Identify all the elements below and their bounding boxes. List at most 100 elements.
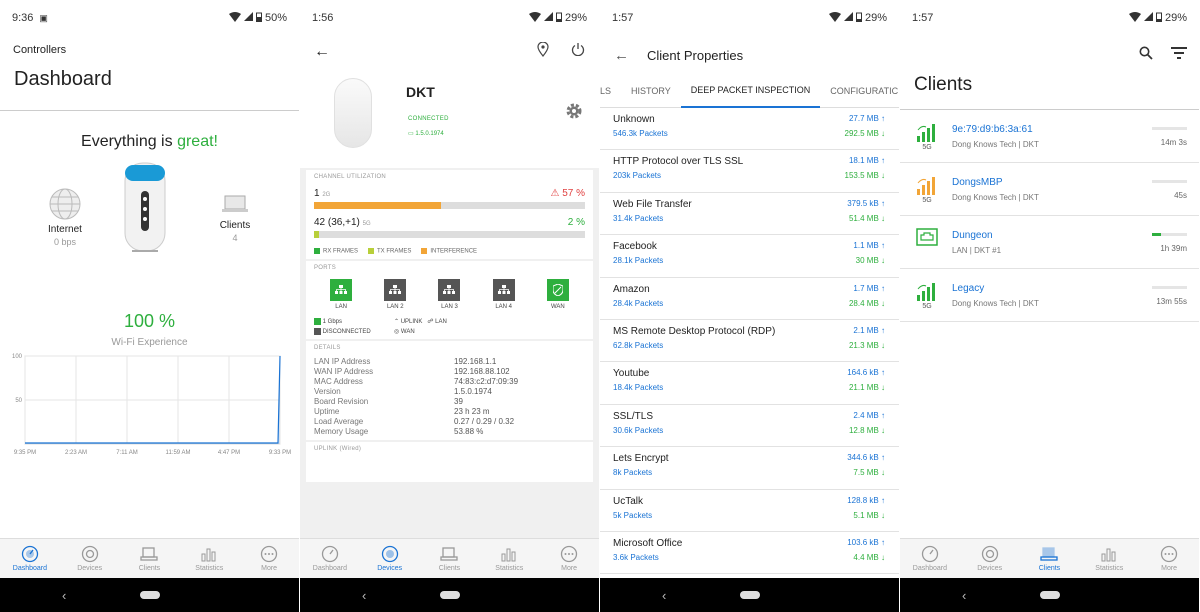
wifi-experience-chart[interactable]: 9:35 PM 2:23 AM 7:11 AM 11:59 AM 4:47 PM 9:33…: [0, 350, 299, 460]
tab-dashboard[interactable]: Dashboard: [900, 539, 960, 578]
chart-x-tick: 2:23 AM: [65, 450, 87, 456]
tab-label: More: [261, 565, 278, 572]
client-row[interactable]: 5G Legacy Dong Knows Tech | DKT 13m 55s: [900, 269, 1199, 322]
home-pill[interactable]: [139, 591, 160, 599]
client-row[interactable]: 5G 9e:79:d9:b6:3a:61 Dong Knows Tech | DKT…: [900, 110, 1199, 163]
protocol-row[interactable]: Amazon 28.4k Packets 1.7 MB ↑ 28.4 MB ↓: [600, 278, 899, 320]
port-wan[interactable]: WAN: [546, 278, 569, 310]
chart-y-tick: 50: [15, 398, 22, 404]
wifi-status-icon: [828, 11, 841, 25]
home-pill[interactable]: [1039, 591, 1060, 599]
port-lan[interactable]: LAN: [330, 278, 353, 310]
client-properties-toolbar: ← Client Properties: [600, 36, 899, 74]
client-band: 5G: [922, 197, 932, 204]
cell-signal-icon: [543, 12, 553, 24]
tab-configuration[interactable]: CONFIGURATIC: [820, 74, 899, 108]
protocol-row[interactable]: UcTalk 5k Packets 128.8 kB ↑ 5.1 MB ↓: [600, 490, 899, 532]
detail-key: Memory Usage: [314, 426, 369, 436]
back-nav-icon[interactable]: ‹: [62, 588, 66, 603]
tab-devices[interactable]: Devices: [60, 539, 120, 578]
protocol-packets: 5k Packets: [613, 510, 653, 520]
tab-more[interactable]: More: [1139, 539, 1199, 578]
search-icon[interactable]: [1139, 46, 1153, 65]
channel-number: 1: [314, 188, 320, 199]
protocol-name: MS Remote Desktop Protocol (RDP): [613, 325, 776, 337]
tab-clients[interactable]: Clients: [1020, 539, 1080, 578]
tab-statistics[interactable]: Statistics: [1079, 539, 1139, 578]
protocol-row[interactable]: Unknown 546.3k Packets 27.7 MB ↑ 292.5 MB ↓: [600, 108, 899, 151]
port-lan2[interactable]: LAN 2: [384, 278, 407, 310]
power-icon[interactable]: [571, 42, 585, 62]
system-nav-bar: ‹: [600, 578, 899, 612]
client-uptime: 45s: [1174, 191, 1187, 200]
tab-deep-packet-inspection[interactable]: DEEP PACKET INSPECTION: [680, 74, 821, 108]
home-pill[interactable]: [739, 591, 760, 599]
clients-node[interactable]: Clients 4: [215, 191, 255, 243]
tab-dashboard[interactable]: Dashboard: [300, 539, 360, 578]
tab-statistics[interactable]: Statistics: [179, 539, 239, 578]
device-detail-screen: 1:56 29% ← DKT CONNECTED ▭ 1.5.0.1974 CH…: [300, 0, 599, 612]
tab-more[interactable]: More: [539, 539, 599, 578]
more-icon: [560, 545, 578, 563]
client-name: DongsMBP: [952, 177, 1003, 188]
home-pill[interactable]: [439, 591, 460, 599]
clients-screen: 1:57 29% Clients 5G 9e:79:d9:b6:3a:61 Dong…: [900, 0, 1199, 612]
chart-x-tick: 11:59 AM: [166, 450, 191, 456]
chart-x-tick: 4:47 PM: [218, 450, 240, 456]
tab-clients[interactable]: Clients: [120, 539, 180, 578]
back-nav-icon[interactable]: ‹: [962, 588, 966, 603]
battery-icon: [555, 12, 562, 25]
protocol-row[interactable]: Lets Encrypt 8k Packets 344.6 kB ↑ 7.5 MB ↓: [600, 447, 899, 490]
shield-icon: [546, 278, 569, 301]
tab-statistics[interactable]: Statistics: [479, 539, 539, 578]
tab-devices[interactable]: Devices: [360, 539, 420, 578]
tab-more[interactable]: More: [239, 539, 299, 578]
tab-details-partial[interactable]: LS: [600, 74, 621, 108]
controllers-link[interactable]: Controllers: [0, 36, 299, 62]
protocol-row[interactable]: MS Remote Desktop Protocol (RDP) 62.8k Pa…: [600, 320, 899, 363]
tab-clients[interactable]: Clients: [420, 539, 480, 578]
status-bar: 1:56 29%: [300, 0, 599, 36]
internet-node[interactable]: Internet 0 bps: [45, 187, 85, 247]
client-row[interactable]: 5G DongsMBP Dong Knows Tech | DKT 45s: [900, 163, 1199, 216]
router-image[interactable]: [120, 161, 170, 256]
tab-history[interactable]: HISTORY: [621, 74, 681, 108]
protocol-upload: 1.7 MB ↑: [853, 283, 885, 293]
back-nav-icon[interactable]: ‹: [662, 588, 666, 603]
ethernet-icon: [916, 228, 938, 246]
client-icon: 5G: [916, 281, 938, 310]
protocol-download: 21.1 MB ↓: [848, 383, 885, 393]
gear-icon[interactable]: [564, 101, 584, 126]
activity-bar: [1152, 180, 1187, 183]
channel-utilization-card: CHANNEL UTILIZATION 1 2G ⚠ 57 % 42 (36,+…: [306, 170, 593, 259]
laptop-icon: [215, 191, 255, 220]
back-nav-icon[interactable]: ‹: [362, 588, 366, 603]
protocol-name: Youtube: [613, 368, 650, 380]
back-arrow-icon[interactable]: ←: [614, 47, 629, 64]
port-legend-speed: 1 Gbps: [314, 317, 384, 325]
protocol-row[interactable]: HTTP Protocol over TLS SSL 203k Packets 18…: [600, 150, 899, 193]
battery-percent: 29%: [564, 12, 587, 24]
protocol-row[interactable]: Microsoft Office 3.6k Packets 103.6 kB ↑ 4.…: [600, 532, 899, 575]
devices-icon: [381, 545, 398, 563]
tab-dashboard[interactable]: Dashboard: [0, 539, 60, 578]
status-time: 1:56: [312, 12, 334, 24]
locate-icon[interactable]: [537, 41, 549, 62]
back-arrow-icon[interactable]: ←: [314, 43, 330, 61]
system-nav-bar: ‹: [0, 578, 299, 612]
protocol-row[interactable]: SSL/TLS 30.6k Packets 2.4 MB ↑ 12.8 MB ↓: [600, 405, 899, 448]
chart-x-tick: 7:11 AM: [116, 450, 138, 456]
detail-key: Version: [314, 386, 341, 396]
protocol-row[interactable]: Youtube 18.4k Packets 164.6 kB ↑ 21.1 MB ↓: [600, 362, 899, 405]
utilization-bar-fill: [314, 202, 442, 209]
detail-value: 53.88 %: [454, 426, 484, 436]
port-lan3[interactable]: LAN 3: [438, 278, 461, 310]
clients-icon: [140, 547, 159, 561]
filter-icon[interactable]: [1171, 46, 1187, 64]
client-row[interactable]: Dungeon LAN | DKT #1 1h 39m: [900, 216, 1199, 269]
bottom-tab-bar: Dashboard Devices Clients Statistics Mor…: [0, 538, 299, 578]
protocol-row[interactable]: Web File Transfer 31.4k Packets 379.5 kB ↑…: [600, 193, 899, 236]
tab-devices[interactable]: Devices: [960, 539, 1020, 578]
protocol-row[interactable]: Facebook 28.1k Packets 1.1 MB ↑ 30 MB ↓: [600, 235, 899, 278]
port-lan4[interactable]: LAN 4: [492, 278, 515, 310]
